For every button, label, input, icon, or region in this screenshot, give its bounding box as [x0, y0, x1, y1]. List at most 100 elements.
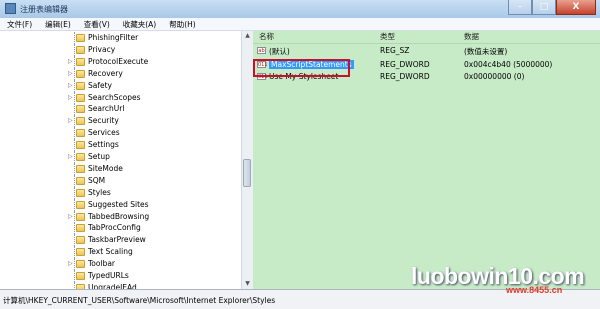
value-row[interactable]: ab (默认) REG_SZ (数值未设置): [253, 45, 600, 56]
tree-item[interactable]: Styles: [0, 186, 242, 199]
expand-arrow-icon[interactable]: ▷: [68, 94, 73, 100]
scroll-up-arrow-icon[interactable]: ▲: [242, 31, 253, 41]
tree-item[interactable]: TabProcConfig: [0, 222, 242, 235]
tree-item-label: Privacy: [88, 44, 116, 54]
maximize-button[interactable]: □: [532, 0, 556, 15]
tree-item-label: Services: [88, 128, 120, 138]
folder-icon: [76, 260, 85, 269]
regedit-app-icon: [5, 3, 16, 14]
expand-arrow-icon[interactable]: ▷: [68, 70, 73, 76]
tree-item-label: Recovery: [88, 68, 123, 78]
menu-edit[interactable]: 编辑(E): [38, 18, 77, 30]
value-type: REG_SZ: [380, 46, 410, 55]
tree-item[interactable]: Services: [0, 127, 242, 140]
expand-arrow-icon[interactable]: ▷: [68, 82, 73, 88]
status-key-path: 计算机\HKEY_CURRENT_USER\Software\Microsoft…: [3, 296, 276, 305]
tree-item[interactable]: ▷ Toolbar: [0, 258, 242, 271]
tree-item-label: TabProcConfig: [88, 223, 141, 233]
tree-item[interactable]: ▷ TabbedBrowsing: [0, 210, 242, 223]
tree-item[interactable]: ▷ Setup: [0, 151, 242, 163]
menu-bar: 文件(F) 编辑(E) 查看(V) 收藏夹(A) 帮助(H): [0, 18, 600, 31]
folder-icon: [76, 236, 85, 245]
tree-item[interactable]: ▷ Security: [0, 115, 242, 128]
site-watermark: luobowin10.com www.8455.cn: [411, 263, 591, 305]
folder-icon: [76, 69, 85, 78]
tree-scrollbar[interactable]: ▲ ▼: [241, 31, 253, 289]
folder-icon: [76, 105, 85, 114]
tree-item[interactable]: Privacy: [0, 43, 242, 56]
window-title: 注册表编辑器: [20, 5, 68, 14]
tree-item-label: Toolbar: [88, 259, 116, 269]
column-header-data[interactable]: 数据: [464, 31, 479, 42]
value-name: (默认): [269, 47, 290, 56]
folder-icon: [76, 141, 85, 150]
title-bar[interactable]: 注册表编辑器 – □ X: [0, 0, 600, 19]
tree-item-label: Settings: [88, 140, 119, 150]
folder-icon: [76, 129, 85, 138]
expand-arrow-icon[interactable]: ▷: [68, 154, 73, 160]
close-button[interactable]: X: [556, 0, 596, 15]
minimize-button[interactable]: –: [508, 0, 532, 15]
tree-item[interactable]: SearchUrl: [0, 103, 242, 116]
tree-item[interactable]: UpgradeIEAd: [0, 281, 242, 289]
menu-file[interactable]: 文件(F): [0, 18, 38, 30]
folder-icon: [76, 164, 85, 173]
folder-icon: [76, 200, 85, 209]
tree-item[interactable]: ▷ Safety: [0, 79, 242, 92]
value-type: REG_DWORD: [380, 60, 430, 69]
tree-item[interactable]: PhishingFilter: [0, 32, 242, 44]
window-controls: – □ X: [508, 0, 596, 16]
tree-item[interactable]: TypedURLs: [0, 270, 242, 282]
tree-item-label: Text Scaling: [88, 247, 133, 257]
tree-item[interactable]: ▷ ProtocolExecute: [0, 55, 242, 68]
tree-item[interactable]: TaskbarPreview: [0, 234, 242, 247]
scrollbar-thumb[interactable]: [243, 159, 251, 187]
tree-item-label: SearchScopes: [88, 92, 141, 102]
tree-item[interactable]: Settings: [0, 139, 242, 152]
tree-item[interactable]: Suggested Sites: [0, 198, 242, 211]
folder-icon: [76, 176, 85, 185]
registry-editor-window: 注册表编辑器 – □ X 文件(F) 编辑(E) 查看(V) 收藏夹(A) 帮助…: [0, 0, 600, 309]
folder-icon: [76, 57, 85, 66]
value-type: REG_DWORD: [380, 72, 430, 81]
menu-view[interactable]: 查看(V): [77, 18, 116, 30]
tree-item-label: Safety: [88, 80, 112, 90]
scroll-down-arrow-icon[interactable]: ▼: [242, 279, 253, 289]
column-header-name[interactable]: 名称: [259, 31, 274, 42]
tree-item[interactable]: SiteMode: [0, 162, 242, 175]
folder-icon: [76, 153, 85, 161]
menu-help[interactable]: 帮助(H): [162, 18, 202, 30]
menu-favorites[interactable]: 收藏夹(A): [116, 18, 162, 30]
folder-icon: [76, 188, 85, 197]
tree-item[interactable]: SQM: [0, 174, 242, 187]
tree-item[interactable]: ▷ Recovery: [0, 67, 242, 80]
tree-item[interactable]: ▷ SearchScopes: [0, 91, 242, 104]
watermark-sub-text: www.8455.cn: [506, 285, 563, 295]
value-data: (数值未设置): [464, 47, 508, 56]
tree-item-label: SearchUrl: [88, 104, 125, 114]
value-data: 0x004c4b40 (5000000): [464, 60, 553, 69]
values-pane: 名称 类型 数据 ab (默认) REG_SZ (数值未设置) 011 MaxS…: [253, 31, 600, 289]
string-value-icon: ab: [257, 47, 266, 54]
folder-icon: [76, 93, 85, 102]
tree-item-label: TypedURLs: [88, 271, 129, 280]
folder-icon: [76, 34, 85, 42]
expand-arrow-icon[interactable]: ▷: [68, 58, 73, 64]
expand-arrow-icon[interactable]: ▷: [68, 213, 73, 219]
tree-item-label: PhishingFilter: [88, 33, 139, 42]
key-tree-pane: PhishingFilter Privacy ▷ ProtocolExecute ▷ Re…: [0, 31, 253, 289]
folder-icon: [76, 272, 85, 280]
value-data: 0x00000000 (0): [464, 72, 525, 81]
tree-item-label: Security: [88, 116, 119, 126]
column-header-type[interactable]: 类型: [380, 31, 395, 42]
tree-item-label: ProtocolExecute: [88, 56, 149, 66]
folder-icon: [76, 81, 85, 90]
expand-arrow-icon[interactable]: ▷: [68, 118, 73, 124]
highlight-annotation-box: [253, 59, 350, 77]
expand-arrow-icon[interactable]: ▷: [68, 261, 73, 267]
folder-icon: [76, 248, 85, 257]
folder-icon: [76, 45, 85, 54]
tree-item[interactable]: Text Scaling: [0, 246, 242, 259]
tree-item-label: TaskbarPreview: [88, 235, 146, 245]
tree-item-label: Setup: [88, 152, 110, 161]
